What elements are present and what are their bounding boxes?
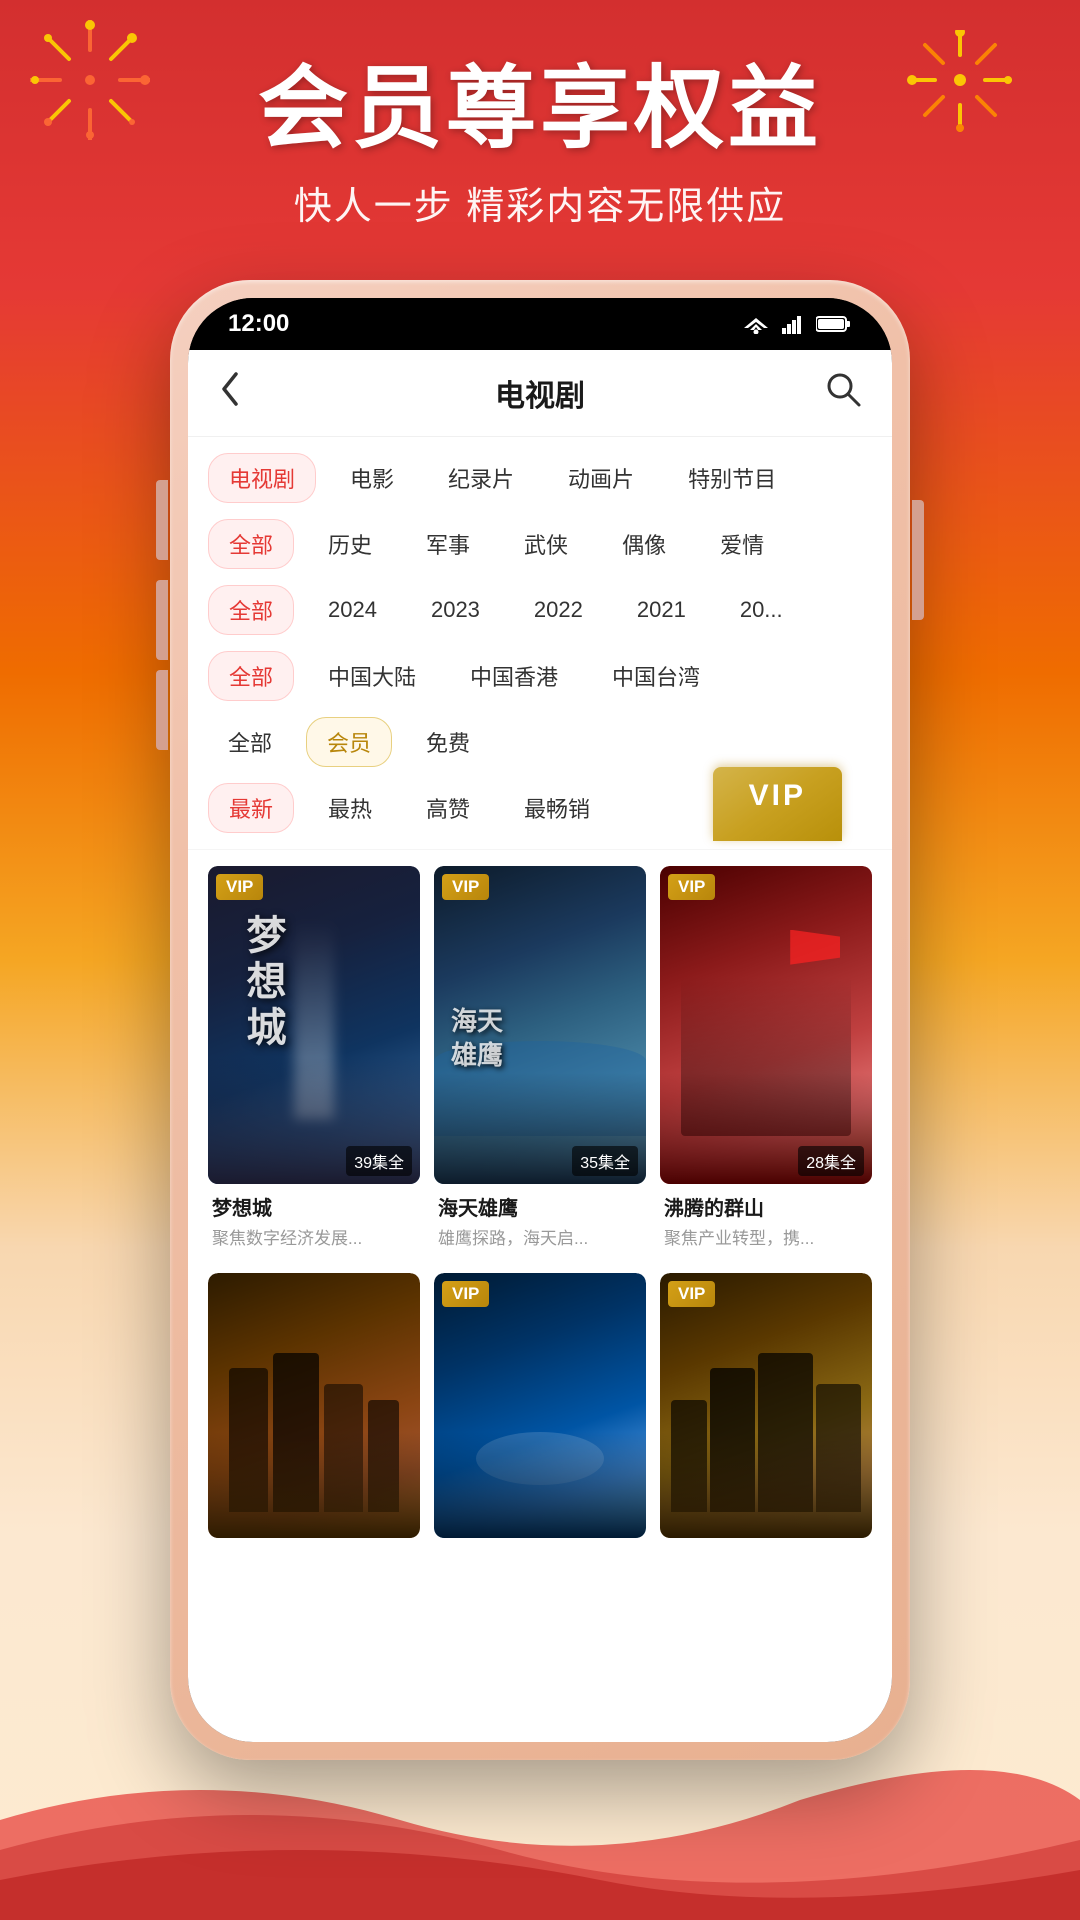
card-title-2: 海天雄鹰 [438, 1192, 642, 1221]
card-thumb-1: VIP 39集全 梦想城 [208, 866, 420, 1184]
card-title-6 [664, 1546, 868, 1570]
vip-badge-5: VIP [442, 1281, 489, 1307]
filter-tag-taiwan[interactable]: 中国台湾 [592, 652, 720, 700]
signal-icon [782, 314, 806, 334]
content-row-2: VIP [208, 1273, 872, 1574]
card-title-3: 沸腾的群山 [664, 1192, 868, 1221]
card-info-2: 海天雄鹰 雄鹰探路，海天启... [434, 1184, 646, 1253]
filter-tag-newest[interactable]: 最新 [208, 783, 294, 833]
filter-row-genre: 全部 历史 军事 武侠 偶像 爱情 [188, 511, 892, 577]
hero-subtitle: 快人一步 精彩内容无限供应 [0, 175, 1080, 230]
content-card-4[interactable] [208, 1273, 420, 1574]
phone-inner: 12:00 [188, 298, 892, 1742]
filter-tag-animation[interactable]: 动画片 [548, 454, 654, 502]
vip-badge-3: VIP [668, 874, 715, 900]
filter-tag-movie[interactable]: 电影 [330, 454, 414, 502]
filter-row-vip: 全部 会员 免费 [188, 709, 892, 775]
card-thumb-4 [208, 1273, 420, 1538]
filter-tag-hottest[interactable]: 最热 [308, 784, 392, 832]
filter-tag-mainland[interactable]: 中国大陆 [308, 652, 436, 700]
card-thumb-6: VIP [660, 1273, 872, 1538]
content-row-1: VIP 39集全 梦想城 梦想城 聚焦数字经济发展... [208, 866, 872, 1253]
card-thumb-2: VIP 35集全 海天雄鹰 [434, 866, 646, 1184]
phone-outer: 12:00 [170, 280, 910, 1760]
card-info-5 [434, 1538, 646, 1574]
status-time: 12:00 [228, 310, 289, 338]
filter-row-year: 全部 2024 2023 2022 2021 20... [188, 577, 892, 643]
search-button[interactable] [812, 370, 862, 416]
hero-section: 会员尊享权益 快人一步 精彩内容无限供应 [0, 60, 1080, 230]
filter-tag-martial-arts[interactable]: 武侠 [504, 520, 588, 568]
filter-tag-all-genre[interactable]: 全部 [208, 519, 294, 569]
status-bar: 12:00 [188, 298, 892, 350]
page-title: 电视剧 [495, 371, 585, 415]
filter-row-sort-container: VIP 最新 最热 高赞 最畅销 [188, 775, 892, 841]
filter-tag-2021[interactable]: 2021 [617, 589, 706, 631]
card-desc-3: 聚焦产业转型，携... [664, 1224, 868, 1249]
filter-section: 电视剧 电影 纪录片 动画片 特别节目 全部 历史 军事 武侠 偶像 爱情 [188, 437, 892, 850]
card-overlay-title-2: 海天雄鹰 [451, 1005, 503, 1073]
filter-tag-history[interactable]: 历史 [308, 520, 392, 568]
phone-mockup: 12:00 [170, 280, 910, 1760]
card-title-5 [438, 1546, 642, 1570]
vip-badge-2: VIP [442, 874, 489, 900]
filter-tag-2020[interactable]: 20... [720, 589, 803, 631]
vip-corner-banner[interactable]: VIP [713, 767, 842, 841]
status-icons [740, 314, 852, 334]
card-thumb-5: VIP [434, 1273, 646, 1538]
filter-tag-romance[interactable]: 爱情 [700, 520, 784, 568]
card-overlay-title-1: 梦想城 [233, 914, 291, 1052]
filter-tag-vip[interactable]: 会员 [306, 717, 392, 767]
episode-count-2: 35集全 [572, 1146, 638, 1176]
filter-row-category: 电视剧 电影 纪录片 动画片 特别节目 [188, 445, 892, 511]
content-card-5[interactable]: VIP [434, 1273, 646, 1574]
filter-tag-bestseller[interactable]: 最畅销 [504, 784, 610, 832]
card-title-4 [212, 1546, 416, 1570]
filter-tag-special[interactable]: 特别节目 [668, 454, 796, 502]
content-grid: VIP 39集全 梦想城 梦想城 聚焦数字经济发展... [188, 850, 892, 1742]
card-desc-1: 聚焦数字经济发展... [212, 1224, 416, 1249]
content-card-1[interactable]: VIP 39集全 梦想城 梦想城 聚焦数字经济发展... [208, 866, 420, 1253]
card-desc-2: 雄鹰探路，海天启... [438, 1224, 642, 1249]
filter-tag-all-vip[interactable]: 全部 [208, 718, 292, 766]
filter-tag-2022[interactable]: 2022 [514, 589, 603, 631]
filter-tag-documentary[interactable]: 纪录片 [428, 454, 534, 502]
filter-tag-highest-rated[interactable]: 高赞 [406, 784, 490, 832]
back-button[interactable] [218, 370, 268, 416]
card-title-1: 梦想城 [212, 1192, 416, 1221]
filter-tag-2023[interactable]: 2023 [411, 589, 500, 631]
wifi-icon [740, 314, 772, 334]
vip-badge-1: VIP [216, 874, 263, 900]
card-info-6 [660, 1538, 872, 1574]
card-info-1: 梦想城 聚焦数字经济发展... [208, 1184, 420, 1253]
content-card-6[interactable]: VIP [660, 1273, 872, 1574]
filter-tag-idol[interactable]: 偶像 [602, 520, 686, 568]
battery-icon [816, 314, 852, 334]
card-thumb-3: VIP 28集全 [660, 866, 872, 1184]
content-card-3[interactable]: VIP 28集全 沸腾的群山 聚焦产业转型，携... [660, 866, 872, 1253]
content-card-2[interactable]: VIP 35集全 海天雄鹰 海天雄鹰 雄鹰探路，海天启... [434, 866, 646, 1253]
episode-count-3: 28集全 [798, 1146, 864, 1176]
vip-banner-label: VIP [749, 779, 806, 812]
filter-tag-2024[interactable]: 2024 [308, 589, 397, 631]
hero-title: 会员尊享权益 [0, 60, 1080, 159]
card-info-3: 沸腾的群山 聚焦产业转型，携... [660, 1184, 872, 1253]
filter-tag-free[interactable]: 免费 [406, 718, 490, 766]
filter-tag-all-year[interactable]: 全部 [208, 585, 294, 635]
filter-tag-hk[interactable]: 中国香港 [450, 652, 578, 700]
nav-bar: 电视剧 [188, 350, 892, 437]
card-info-4 [208, 1538, 420, 1574]
filter-tag-military[interactable]: 军事 [406, 520, 490, 568]
episode-count-1: 39集全 [346, 1146, 412, 1176]
filter-row-region: 全部 中国大陆 中国香港 中国台湾 [188, 643, 892, 709]
vip-badge-6: VIP [668, 1281, 715, 1307]
filter-tag-tv-drama[interactable]: 电视剧 [208, 453, 316, 503]
app-content: 电视剧 电视剧 电影 纪录片 动画片 [188, 350, 892, 1742]
filter-tag-all-region[interactable]: 全部 [208, 651, 294, 701]
